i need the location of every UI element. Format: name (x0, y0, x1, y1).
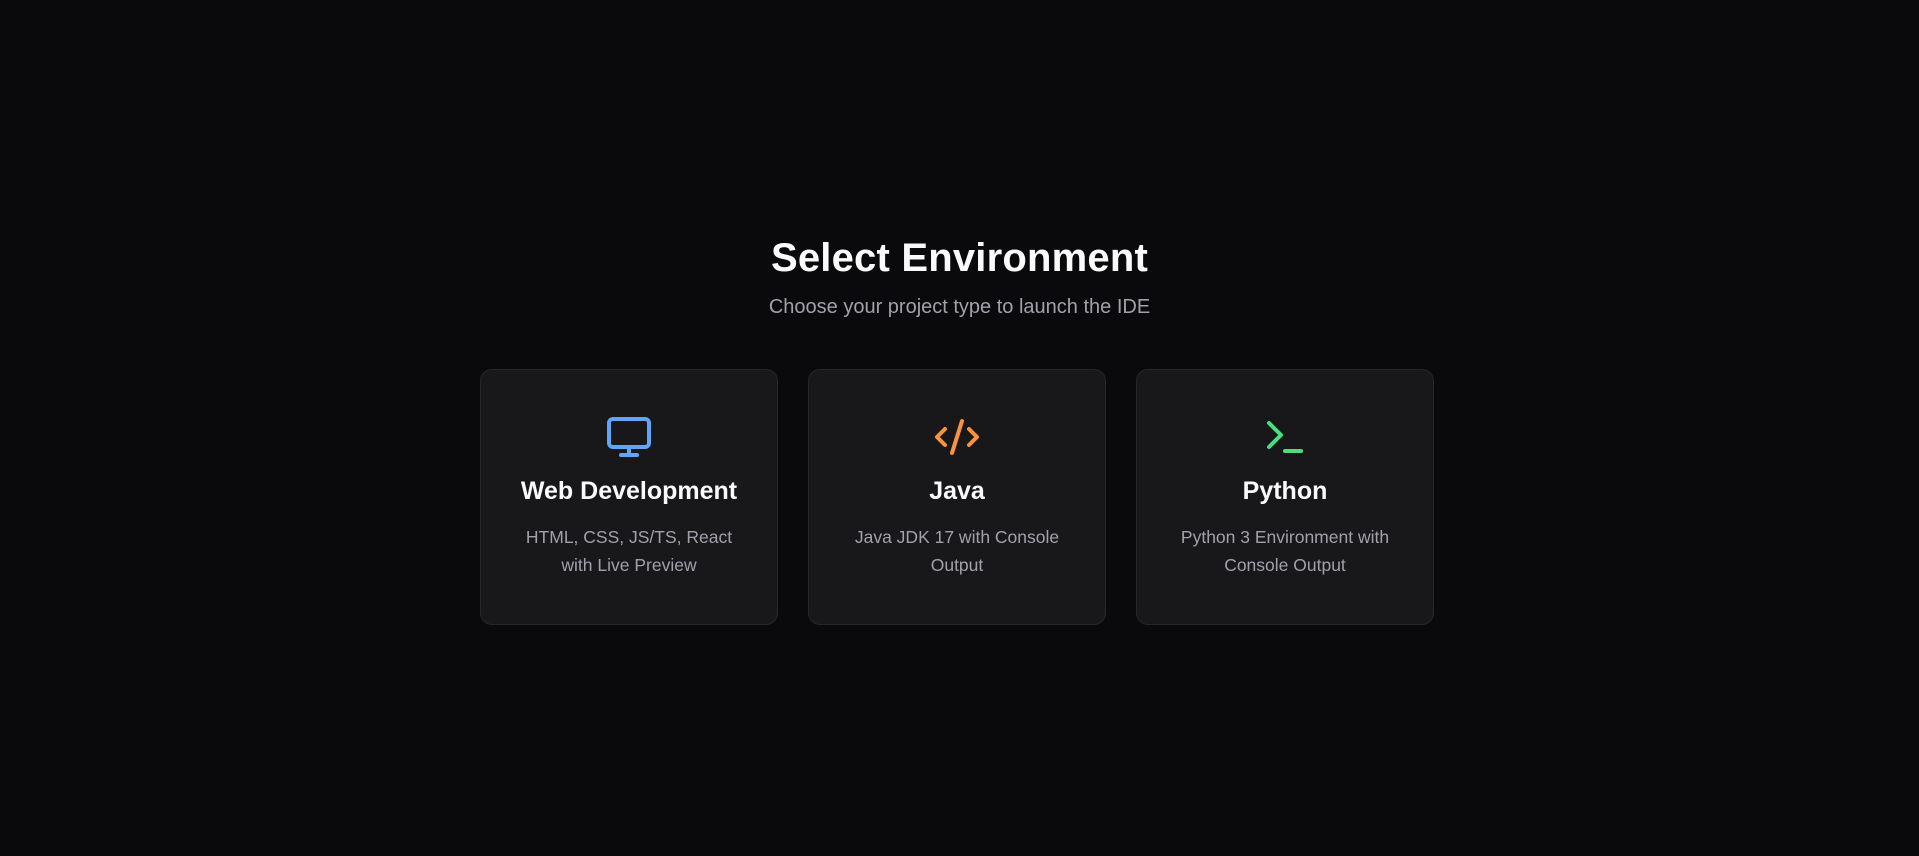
card-description: HTML, CSS, JS/TS, React with Live Previe… (525, 527, 733, 575)
card-description: Python 3 Environment with Console Output (1180, 527, 1390, 575)
code-icon (933, 413, 981, 461)
monitor-icon (605, 413, 653, 461)
header: Select Environment Choose your project t… (0, 232, 1919, 320)
python-card[interactable]: Python Python 3 Environment with Console… (1136, 369, 1434, 625)
card-description: Java JDK 17 with Console Output (854, 527, 1060, 575)
page-subtitle: Choose your project type to launch the I… (768, 296, 1151, 318)
page-title: Select Environment (770, 236, 1149, 280)
web-development-card[interactable]: Web Development HTML, CSS, JS/TS, React … (480, 369, 778, 625)
environment-selector-page: Select Environment Choose your project t… (0, 0, 1919, 856)
environment-cards: Web Development HTML, CSS, JS/TS, React … (480, 369, 1434, 625)
card-title: Java (929, 477, 985, 505)
card-title: Web Development (520, 477, 738, 505)
java-card[interactable]: Java Java JDK 17 with Console Output (808, 369, 1106, 625)
card-title: Python (1242, 477, 1328, 505)
terminal-icon (1261, 413, 1309, 461)
